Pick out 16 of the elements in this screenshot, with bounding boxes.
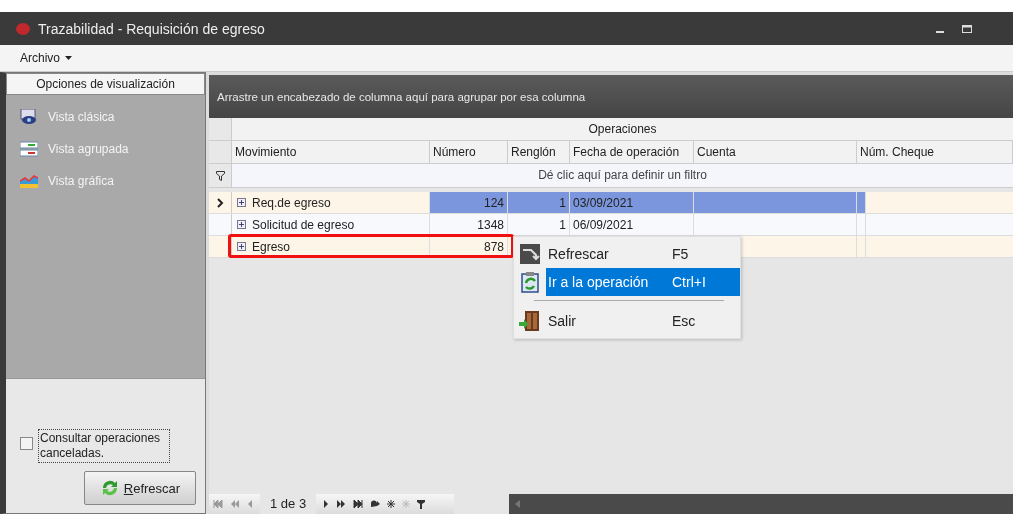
table-cell: 124 (430, 192, 508, 213)
table-cell: 06/09/2021 (570, 214, 694, 235)
group-by-hint: Arrastre un encabezado de columna aquí para agrupar por esa columna (217, 90, 586, 103)
table-cell: 878 (430, 236, 508, 257)
table-cell: 1 (508, 214, 570, 235)
window-title: Trazabilidad - Requisición de egreso (38, 20, 266, 37)
table-cell: 1 (508, 192, 570, 213)
table-cell: 1348 (430, 214, 508, 235)
column-band-header: Operaciones (587, 121, 658, 138)
table-cell: 03/09/2021 (570, 192, 694, 213)
checkbox-label: Consultar operaciones canceladas. (38, 429, 170, 463)
row-label: Req.de egreso (252, 195, 331, 210)
row-label: Solicitud de egreso (252, 217, 355, 232)
page-indicator: 1 de 3 (260, 494, 317, 514)
sidebar-header: Opciones de visualización (6, 73, 205, 95)
row-label: Egreso (252, 239, 291, 254)
